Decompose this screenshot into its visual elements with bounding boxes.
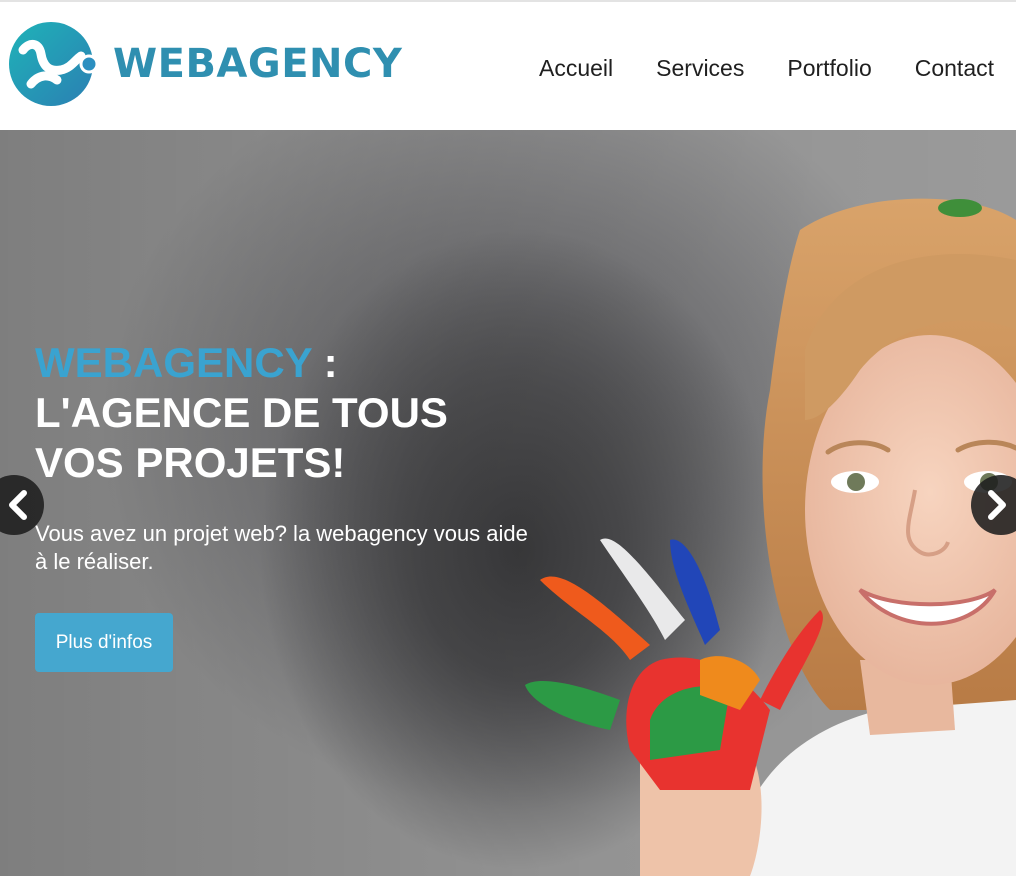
- nav-services[interactable]: Services: [656, 54, 744, 82]
- site-header: WEBAGENCY Accueil Services Portfolio Con…: [0, 2, 1016, 130]
- logo-icon: [9, 22, 97, 106]
- hero-carousel: WEBAGENCY : L'AGENCE DE TOUS VOS PROJETS…: [0, 130, 1016, 876]
- carousel-next-button[interactable]: [971, 475, 1016, 535]
- hero-subtitle: Vous avez un projet web? la webagency vo…: [35, 521, 528, 574]
- nav-accueil[interactable]: Accueil: [539, 54, 613, 82]
- hero-title-line3: VOS PROJETS!: [35, 439, 346, 486]
- hero-image-child-painted-hand: [525, 198, 1016, 876]
- chevron-right-icon: [988, 490, 1006, 520]
- nav-portfolio[interactable]: Portfolio: [787, 54, 871, 82]
- hero-title-line2: L'AGENCE DE TOUS: [35, 389, 448, 436]
- hero-title: WEBAGENCY : L'AGENCE DE TOUS VOS PROJETS…: [35, 338, 505, 488]
- carousel-prev-button[interactable]: [0, 475, 44, 535]
- logo-link[interactable]: WEBAGENCY: [9, 20, 402, 108]
- main-nav: Accueil Services Portfolio Contact: [496, 54, 994, 82]
- hero-title-colon: :: [311, 339, 338, 386]
- more-info-button[interactable]: Plus d'infos: [35, 613, 173, 672]
- chevron-left-icon: [9, 490, 27, 520]
- logo-text: WEBAGENCY: [113, 41, 403, 87]
- nav-contact[interactable]: Contact: [915, 54, 994, 82]
- hero-title-accent: WEBAGENCY: [35, 339, 312, 386]
- page: WEBAGENCY Accueil Services Portfolio Con…: [0, 0, 1016, 876]
